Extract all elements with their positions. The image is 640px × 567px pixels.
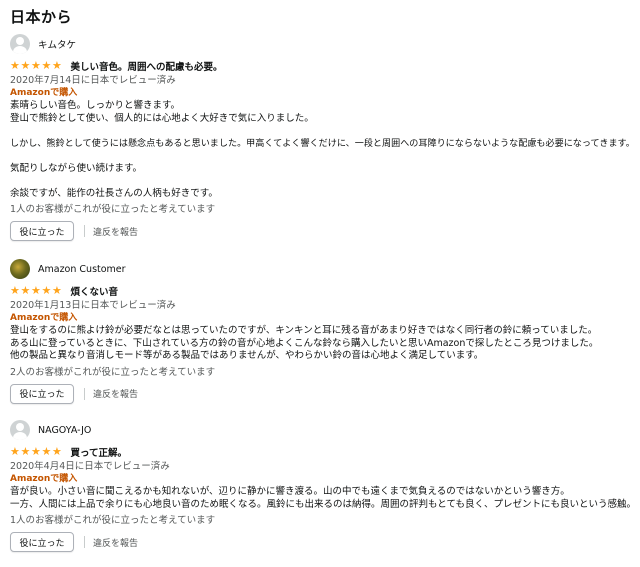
star-icon: ★ bbox=[10, 444, 20, 458]
report-abuse-link[interactable]: 違反を報告 bbox=[93, 536, 138, 549]
verified-purchase-badge[interactable]: Amazonで購入 bbox=[10, 87, 632, 99]
divider bbox=[84, 536, 85, 548]
review-body-line: ある山に登っているときに、下山されている方の鈴の音が心地よくこんな鈴なら購入した… bbox=[10, 337, 599, 349]
star-rating[interactable]: ★ ★ ★ ★ ★ bbox=[10, 58, 63, 72]
star-icon: ★ bbox=[41, 283, 52, 297]
star-icon: ★ bbox=[52, 58, 62, 72]
star-icon: ★ bbox=[10, 283, 20, 297]
star-icon: ★ bbox=[52, 283, 62, 297]
review-body-line: しかし、熊鈴として使うには懸念点もあると思いました。甲高くてよく響くだけに、一段… bbox=[10, 138, 635, 149]
helpful-button[interactable]: 役に立った bbox=[10, 221, 74, 241]
review-1: キムタケ ★ ★ ★ ★ ★ 美しい音色。周囲への配慮も必要。 2020年7月14日に日… bbox=[10, 33, 635, 241]
section-heading: 日本から bbox=[10, 8, 73, 26]
review-body-line: 気配りしながら使い続けます。 bbox=[10, 162, 143, 174]
review-profile[interactable]: Amazon Customer bbox=[10, 258, 632, 280]
review-body-line: 一方、人間には上品で余りにも心地良い音のため眠くなる。風鈴にも出来るのは納得。周… bbox=[10, 498, 637, 510]
review-author[interactable]: NAGOYA-JO bbox=[38, 425, 91, 436]
review-title[interactable]: 買って正解。 bbox=[71, 445, 128, 459]
star-icon: ★ bbox=[41, 58, 52, 72]
star-icon: ★ bbox=[10, 58, 20, 72]
star-icon: ★ bbox=[52, 444, 62, 458]
report-abuse-link[interactable]: 違反を報告 bbox=[93, 387, 138, 400]
helpful-count: 2人のお客様がこれが役に立ったと考えています bbox=[10, 366, 216, 378]
review-body: 音が良い。小さい音に聞こえるかも知れないが、辺りに静かに響き渡る。山の中でも遠く… bbox=[10, 486, 637, 511]
verified-purchase-badge[interactable]: Amazonで購入 bbox=[10, 312, 632, 324]
review-author[interactable]: キムタケ bbox=[38, 37, 76, 51]
helpful-button[interactable]: 役に立った bbox=[10, 532, 74, 552]
divider bbox=[84, 225, 85, 237]
review-body-line: 素晴らしい音色。しっかりと響きます。 bbox=[10, 100, 181, 111]
report-abuse-link[interactable]: 違反を報告 bbox=[93, 225, 138, 238]
review-date: 2020年4月4日に日本でレビュー済み bbox=[10, 461, 170, 472]
review-body-line: 登山をするのに熊よけ鈴が必要だなとは思っていたのですが、キンキンと耳に残る音があ… bbox=[10, 325, 598, 336]
default-avatar-icon bbox=[10, 34, 30, 54]
review-title[interactable]: 煩くない音 bbox=[71, 284, 119, 298]
star-icon: ★ bbox=[31, 283, 41, 297]
review-body-line: 音が良い。小さい音に聞こえるかも知れないが、辺りに静かに響き渡る。山の中でも遠く… bbox=[10, 486, 570, 497]
review-2: Amazon Customer ★ ★ ★ ★ ★ 煩くない音 2020年1月13日に日… bbox=[10, 258, 632, 404]
helpful-button[interactable]: 役に立った bbox=[10, 383, 74, 404]
star-icon: ★ bbox=[20, 58, 31, 72]
helpful-count: 1人のお客様がこれが役に立ったと考えています bbox=[10, 515, 216, 526]
star-icon: ★ bbox=[31, 58, 41, 72]
verified-purchase-badge[interactable]: Amazonで購入 bbox=[10, 473, 632, 485]
review-date: 2020年7月14日に日本でレビュー済み bbox=[10, 75, 176, 86]
star-rating[interactable]: ★ ★ ★ ★ ★ bbox=[10, 283, 63, 297]
review-profile[interactable]: キムタケ bbox=[10, 33, 632, 55]
review-body-line: 余談ですが、能作の社長さんの人柄も好きです。 bbox=[10, 187, 218, 199]
review-title[interactable]: 美しい音色。周囲への配慮も必要。 bbox=[71, 59, 223, 73]
helpful-count: 1人のお客様がこれが役に立ったと考えています bbox=[10, 204, 216, 215]
star-icon: ★ bbox=[31, 444, 41, 458]
review-body-line: 登山で熊鈴として使い、個人的には心地よく大好きで気に入りました。 bbox=[10, 112, 314, 124]
star-icon: ★ bbox=[20, 444, 31, 458]
review-date: 2020年1月13日に日本でレビュー済み bbox=[10, 300, 176, 311]
review-author[interactable]: Amazon Customer bbox=[38, 264, 126, 275]
review-3: NAGOYA-JO ★ ★ ★ ★ ★ 買って正解。 2020年4月4日に日本でレビュー… bbox=[10, 419, 637, 552]
review-body: 素晴らしい音色。しっかりと響きます。 登山で熊鈴として使い、個人的には心地よく大… bbox=[10, 100, 635, 200]
review-profile[interactable]: NAGOYA-JO bbox=[10, 419, 632, 441]
star-icon: ★ bbox=[20, 283, 31, 297]
review-body: 登山をするのに熊よけ鈴が必要だなとは思っていたのですが、キンキンと耳に残る音があ… bbox=[10, 325, 632, 363]
divider bbox=[84, 387, 85, 400]
review-body-line: 他の製品と異なり音消しモード等がある製品ではありませんが、やわらかい鈴の音は心地… bbox=[10, 350, 484, 361]
star-rating[interactable]: ★ ★ ★ ★ ★ bbox=[10, 444, 63, 458]
star-icon: ★ bbox=[41, 444, 52, 458]
photo-avatar-icon bbox=[10, 259, 30, 279]
default-avatar-icon bbox=[10, 420, 30, 440]
